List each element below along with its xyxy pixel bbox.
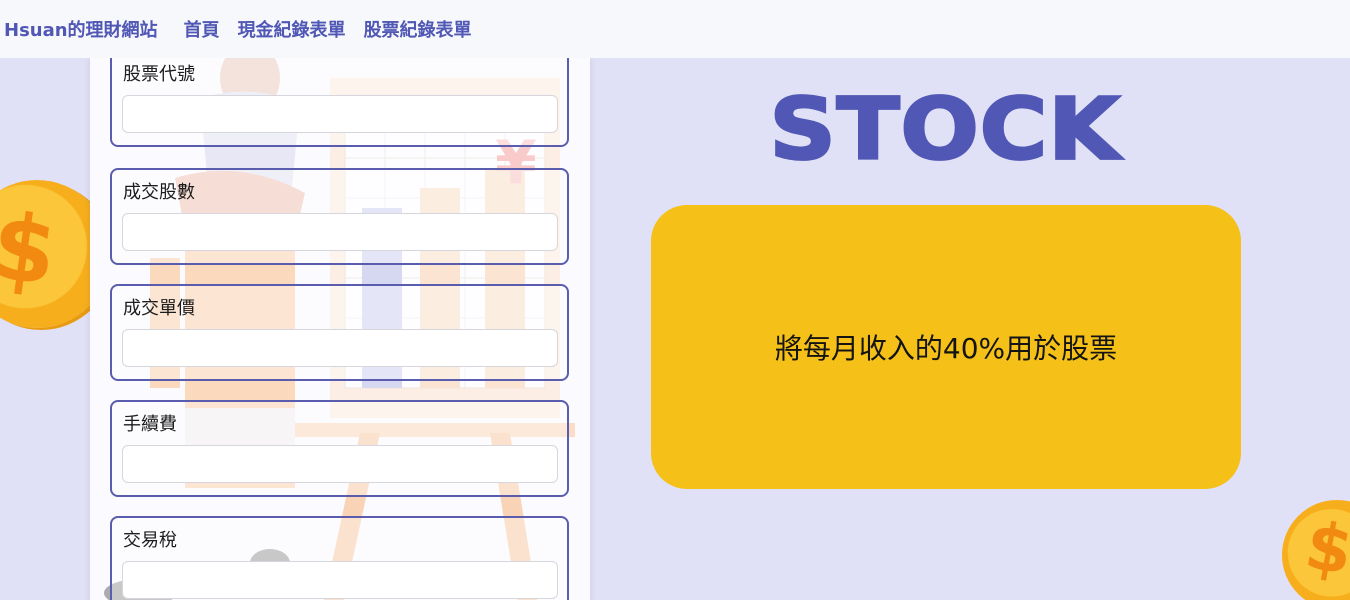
field-group-fee: 手續費 <box>110 400 569 497</box>
unit-price-input[interactable] <box>122 329 558 367</box>
field-label-fee: 手續費 <box>123 414 177 435</box>
field-label-unit-price: 成交單價 <box>123 298 195 319</box>
info-card: 將每月收入的40%用於股票 <box>651 205 1241 489</box>
stock-form-panel: ¥ 股票代號 成交股數 成交單價 手續費 交易稅 <box>90 58 590 600</box>
fee-input[interactable] <box>122 445 558 483</box>
field-label-shares: 成交股數 <box>123 182 195 203</box>
field-group-unit-price: 成交單價 <box>110 284 569 381</box>
stock-code-input[interactable] <box>122 95 558 133</box>
nav-link-cash-form[interactable]: 現金紀錄表單 <box>238 16 346 42</box>
brand-link[interactable]: Hsuan的理財網站 <box>4 16 158 42</box>
shares-input[interactable] <box>122 213 558 251</box>
info-card-text: 將每月收入的40%用於股票 <box>774 332 1118 365</box>
stock-heading: STOCK <box>768 80 1121 179</box>
coin-right-icon: $ <box>1282 500 1350 600</box>
tax-input[interactable] <box>122 561 558 599</box>
field-label-stock-code: 股票代號 <box>123 64 195 85</box>
field-group-shares: 成交股數 <box>110 168 569 265</box>
field-label-tax: 交易稅 <box>123 530 177 551</box>
nav-link-stock-form[interactable]: 股票紀錄表單 <box>364 16 472 42</box>
field-group-tax: 交易稅 <box>110 516 569 600</box>
dollar-icon: $ <box>1299 506 1350 591</box>
nav-link-home[interactable]: 首頁 <box>184 16 220 42</box>
field-group-stock-code: 股票代號 <box>110 58 569 147</box>
top-navbar: Hsuan的理財網站 首頁 現金紀錄表單 股票紀錄表單 <box>0 0 1350 58</box>
dollar-icon: $ <box>0 192 64 307</box>
